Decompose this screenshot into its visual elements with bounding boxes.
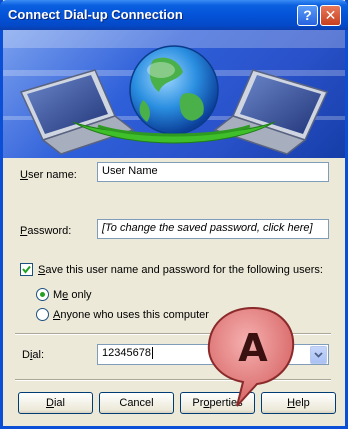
close-icon: ✕ <box>324 7 337 23</box>
dial-dropdown-button[interactable] <box>310 346 327 364</box>
title-bar[interactable]: Connect Dial-up Connection ? ✕ <box>0 0 348 30</box>
dialog-window: Connect Dial-up Connection ? ✕ User name… <box>0 0 348 429</box>
checkmark-icon <box>22 265 31 274</box>
dial-button[interactable]: Dial <box>18 392 93 414</box>
window-title: Connect Dial-up Connection <box>8 7 183 22</box>
anyone-label: Anyone who uses this computer <box>53 309 209 321</box>
globe-icon <box>129 45 219 135</box>
chevron-down-icon <box>314 352 323 358</box>
user-name-label: User name: <box>20 169 77 181</box>
banner-illustration <box>3 30 345 158</box>
callout-label: A <box>238 326 268 370</box>
save-credentials-label: Save this user name and password for the… <box>38 264 323 276</box>
dial-label: Dial: <box>22 349 45 361</box>
password-field[interactable]: [To change the saved password, click her… <box>97 219 329 239</box>
anyone-radio[interactable] <box>36 308 49 321</box>
dial-number-value: 12345678 <box>102 347 151 359</box>
cancel-button[interactable]: Cancel <box>99 392 174 414</box>
me-only-label: Me only <box>53 289 92 301</box>
selected-dot-icon <box>40 292 45 297</box>
save-credentials-checkbox[interactable] <box>20 263 33 276</box>
right-laptop-icon <box>213 69 329 155</box>
left-laptop-icon <box>19 69 135 155</box>
me-only-radio[interactable] <box>36 288 49 301</box>
password-label: Password: <box>20 225 72 237</box>
network-globe-illustration <box>3 30 345 155</box>
help-titlebar-button[interactable]: ? <box>297 5 318 26</box>
question-mark-icon: ? <box>303 7 312 23</box>
user-name-field[interactable]: User Name <box>97 162 329 182</box>
close-button[interactable]: ✕ <box>320 5 341 26</box>
